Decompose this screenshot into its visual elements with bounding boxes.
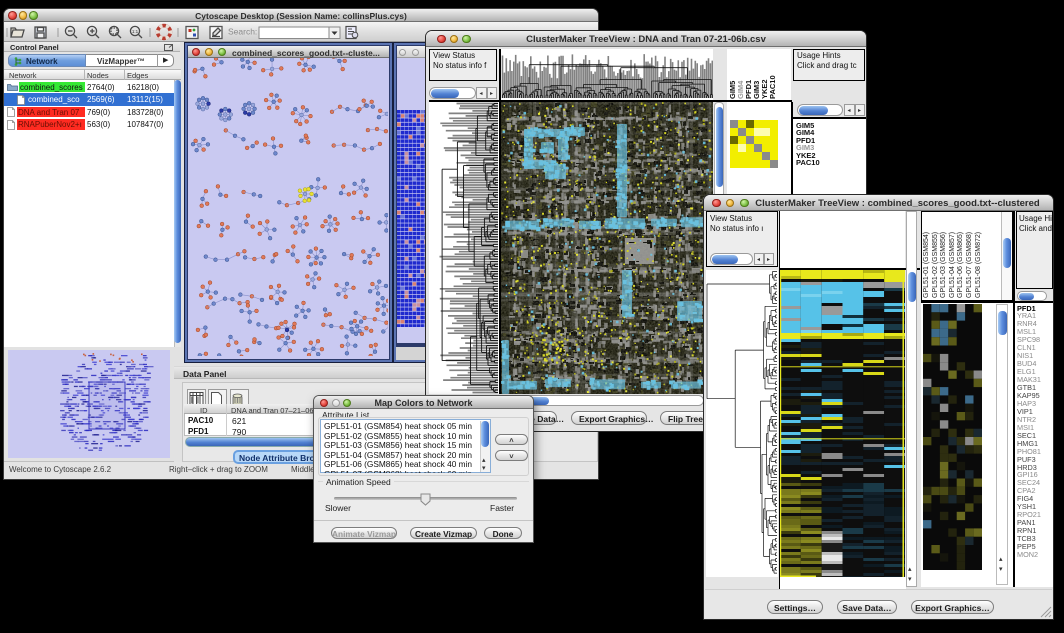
svg-text:Search:: Search: [228,26,257,36]
svg-text:1:1: 1:1 [132,29,139,34]
